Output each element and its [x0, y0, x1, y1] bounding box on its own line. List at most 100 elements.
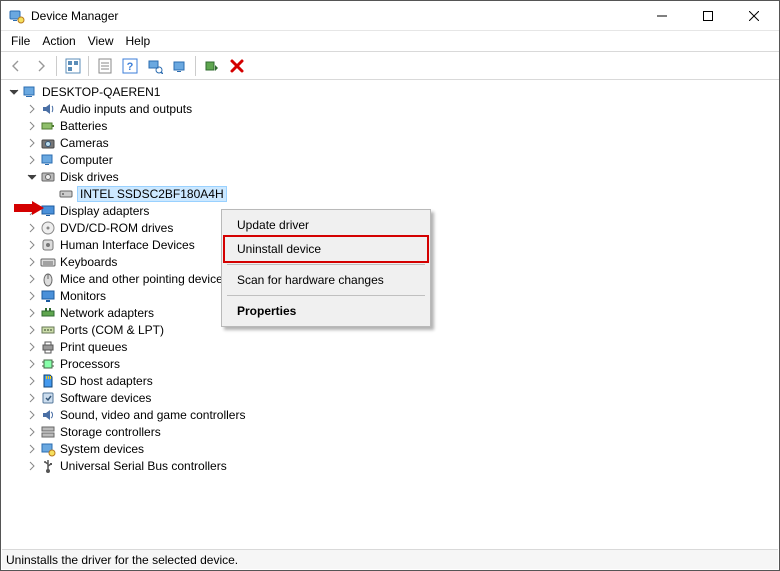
- toolbar-separator: [195, 56, 196, 76]
- expand-icon[interactable]: [24, 237, 40, 253]
- tree-category[interactable]: Audio inputs and outputs: [6, 100, 778, 117]
- tree-category-label: Universal Serial Bus controllers: [60, 459, 227, 473]
- expand-icon[interactable]: [24, 288, 40, 304]
- expand-icon[interactable]: [24, 441, 40, 457]
- expand-icon[interactable]: [24, 390, 40, 406]
- usb-icon: [40, 458, 56, 474]
- close-button[interactable]: [731, 1, 777, 30]
- expand-icon[interactable]: [24, 458, 40, 474]
- expand-icon[interactable]: [24, 373, 40, 389]
- expand-icon[interactable]: [24, 169, 40, 185]
- tree-root[interactable]: DESKTOP-QAEREN1: [6, 83, 778, 100]
- software-icon: [40, 390, 56, 406]
- maximize-button[interactable]: [685, 1, 731, 30]
- tree-category[interactable]: Print queues: [6, 338, 778, 355]
- ctx-separator: [227, 264, 425, 265]
- tree-category[interactable]: Batteries: [6, 117, 778, 134]
- tree-category[interactable]: Sound, video and game controllers: [6, 406, 778, 423]
- tree-category-label: Audio inputs and outputs: [60, 102, 192, 116]
- devmgr-app-icon: [9, 8, 25, 24]
- menu-help[interactable]: Help: [126, 34, 151, 48]
- update-driver-button[interactable]: [168, 55, 191, 77]
- expand-icon[interactable]: [24, 424, 40, 440]
- minimize-button[interactable]: [639, 1, 685, 30]
- expand-icon[interactable]: [24, 101, 40, 117]
- menu-action[interactable]: Action: [42, 34, 75, 48]
- uninstall-device-button[interactable]: [225, 55, 248, 77]
- tree-category[interactable]: System devices: [6, 440, 778, 457]
- svg-text:?: ?: [126, 61, 133, 73]
- expand-icon[interactable]: [24, 339, 40, 355]
- expand-icon[interactable]: [24, 322, 40, 338]
- menu-file[interactable]: File: [11, 34, 30, 48]
- expand-icon[interactable]: [24, 356, 40, 372]
- computer-icon: [22, 84, 38, 100]
- ctx-uninstall-device[interactable]: Uninstall device: [225, 237, 427, 261]
- tree-category-label: Cameras: [60, 136, 109, 150]
- forward-button[interactable]: [29, 55, 52, 77]
- tree-category[interactable]: Cameras: [6, 134, 778, 151]
- tree-category[interactable]: Disk drives: [6, 168, 778, 185]
- tree-category[interactable]: Universal Serial Bus controllers: [6, 457, 778, 474]
- battery-icon: [40, 118, 56, 134]
- toolbar-separator: [88, 56, 89, 76]
- tree-category-label: Disk drives: [60, 170, 119, 184]
- ctx-scan-hardware[interactable]: Scan for hardware changes: [225, 268, 427, 292]
- ctx-separator: [227, 295, 425, 296]
- expand-icon[interactable]: [24, 407, 40, 423]
- tree-category-label: Computer: [60, 153, 113, 167]
- expand-icon[interactable]: [24, 135, 40, 151]
- ports-icon: [40, 322, 56, 338]
- keyboard-icon: [40, 254, 56, 270]
- expand-icon[interactable]: [6, 84, 22, 100]
- context-menu: Update driver Uninstall device Scan for …: [221, 209, 431, 327]
- network-icon: [40, 305, 56, 321]
- drive-icon: [58, 186, 74, 202]
- dvd-icon: [40, 220, 56, 236]
- annotation-arrow-icon: [14, 201, 44, 218]
- tree-category[interactable]: Processors: [6, 355, 778, 372]
- computer-icon: [40, 152, 56, 168]
- expand-icon[interactable]: [24, 305, 40, 321]
- scan-hardware-button[interactable]: [143, 55, 166, 77]
- tree-category-label: Keyboards: [60, 255, 117, 269]
- menu-bar: File Action View Help: [1, 31, 779, 52]
- system-icon: [40, 441, 56, 457]
- tree-category-label: Software devices: [60, 391, 151, 405]
- tree-category-label: DVD/CD-ROM drives: [60, 221, 173, 235]
- camera-icon: [40, 135, 56, 151]
- window-title: Device Manager: [31, 9, 639, 23]
- tree-category-label: Display adapters: [60, 204, 149, 218]
- cpu-icon: [40, 356, 56, 372]
- tree-category[interactable]: Computer: [6, 151, 778, 168]
- toolbar-separator: [56, 56, 57, 76]
- tree-category[interactable]: Software devices: [6, 389, 778, 406]
- tree-category-label: Ports (COM & LPT): [60, 323, 164, 337]
- enable-device-button[interactable]: [200, 55, 223, 77]
- storage-icon: [40, 424, 56, 440]
- tree-category[interactable]: SD host adapters: [6, 372, 778, 389]
- tree-category-label: Processors: [60, 357, 120, 371]
- title-bar: Device Manager: [1, 1, 779, 31]
- tree-category-label: System devices: [60, 442, 144, 456]
- expand-icon[interactable]: [24, 118, 40, 134]
- expand-spacer: [42, 186, 58, 202]
- expand-icon[interactable]: [24, 254, 40, 270]
- help-button[interactable]: ?: [118, 55, 141, 77]
- expand-icon[interactable]: [24, 271, 40, 287]
- ctx-update-driver[interactable]: Update driver: [225, 213, 427, 237]
- expand-icon[interactable]: [24, 220, 40, 236]
- properties-button[interactable]: [93, 55, 116, 77]
- tree-device[interactable]: INTEL SSDSC2BF180A4H: [6, 185, 778, 202]
- tree-category[interactable]: Storage controllers: [6, 423, 778, 440]
- tree-category-label: Mice and other pointing devices: [60, 272, 229, 286]
- sd-icon: [40, 373, 56, 389]
- ctx-properties[interactable]: Properties: [225, 299, 427, 323]
- menu-view[interactable]: View: [88, 34, 114, 48]
- back-button[interactable]: [4, 55, 27, 77]
- expand-icon[interactable]: [24, 152, 40, 168]
- printer-icon: [40, 339, 56, 355]
- show-hidden-button[interactable]: [61, 55, 84, 77]
- tree-category-label: Human Interface Devices: [60, 238, 195, 252]
- disk-icon: [40, 169, 56, 185]
